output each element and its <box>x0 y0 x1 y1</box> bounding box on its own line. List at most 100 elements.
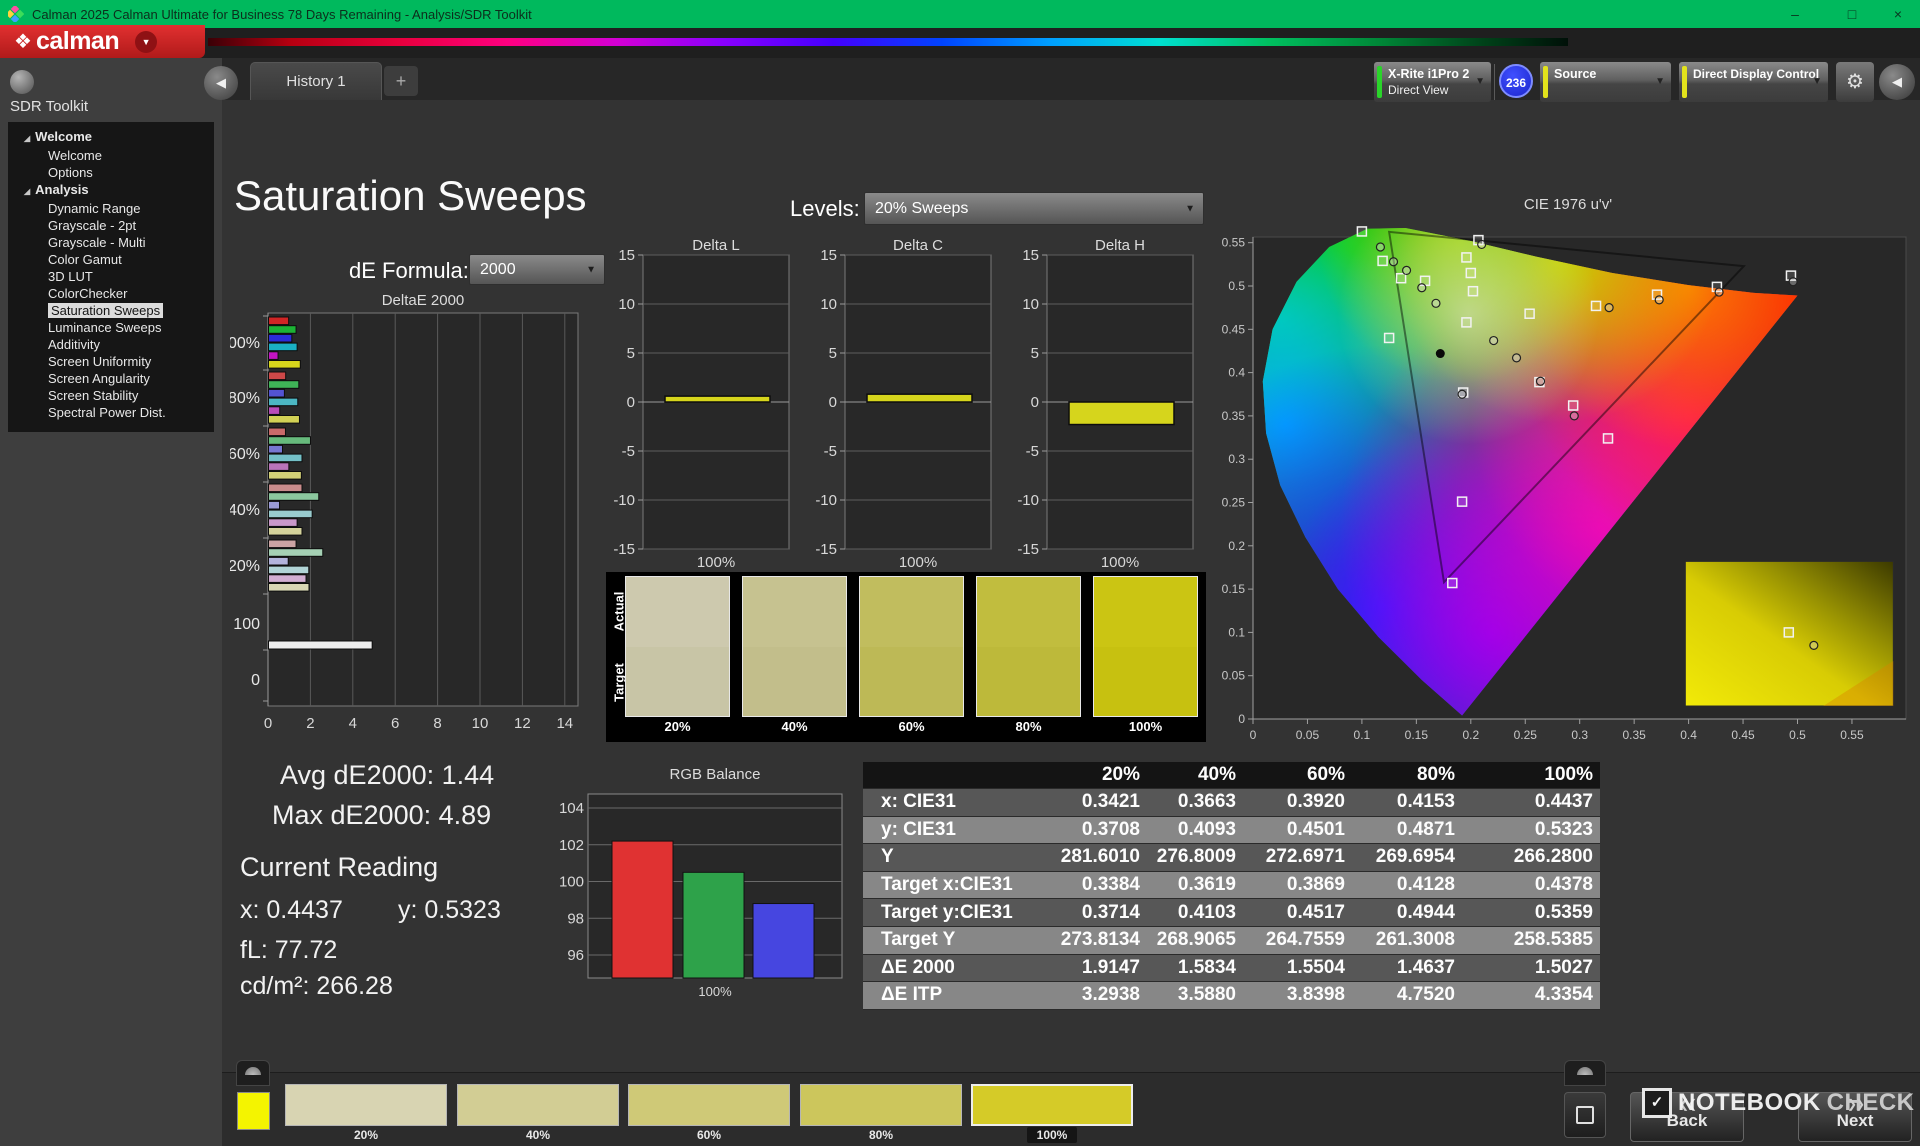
pattern-swatch-100%[interactable] <box>971 1084 1133 1126</box>
measured-marker <box>1654 295 1664 305</box>
swatch-label: 80% <box>1015 719 1042 734</box>
svg-text:8: 8 <box>433 715 441 732</box>
meter-dropdown[interactable]: X-Rite i1Pro 2 Direct View ▼ <box>1374 62 1491 102</box>
svg-text:0.15: 0.15 <box>1405 728 1429 742</box>
table-row--e-itp: ΔE ITP 3.2938 3.5880 3.8398 4.7520 4.3354 <box>863 982 1600 1010</box>
sidebar-item-luminance-sweeps[interactable]: Luminance Sweeps <box>8 319 214 336</box>
sidebar-item-options[interactable]: Options <box>8 164 214 181</box>
sidebar-item-screen-angularity[interactable]: Screen Angularity <box>8 370 214 387</box>
expander-triangle-icon[interactable]: ◢ <box>24 187 30 196</box>
cell: 268.9065 <box>1156 929 1236 951</box>
collapse-panel-icon[interactable]: ◀ <box>204 66 238 100</box>
svg-text:0.1: 0.1 <box>1228 625 1245 639</box>
pattern-swatch-label: 80% <box>868 1128 894 1142</box>
svg-text:15: 15 <box>1022 247 1039 264</box>
sidebar-item-screen-stability[interactable]: Screen Stability <box>8 387 214 404</box>
sidebar-item-spectral-power-dist-[interactable]: Spectral Power Dist. <box>8 404 214 421</box>
swatch-label: 100% <box>1128 719 1163 734</box>
collapse-right-panel-icon[interactable]: ◀ <box>1879 64 1915 100</box>
measured-marker <box>1489 335 1499 346</box>
add-tab-button[interactable]: + <box>384 66 418 96</box>
source-status-accent <box>1543 66 1548 98</box>
expand-nav-panel-button[interactable] <box>1564 1060 1606 1086</box>
sidebar-item-grayscale-2pt[interactable]: Grayscale - 2pt <box>8 217 214 234</box>
display-status-accent <box>1682 66 1687 98</box>
svg-text:10: 10 <box>820 296 837 313</box>
swatch-label: 20% <box>664 719 691 734</box>
svg-text:100%: 100% <box>698 984 732 999</box>
current-reading-label: Current Reading <box>240 852 439 882</box>
sidebar-item-dynamic-range[interactable]: Dynamic Range <box>8 200 214 217</box>
gear-icon[interactable]: ⚙ <box>1836 62 1874 102</box>
dome-icon <box>1577 1067 1593 1075</box>
saturation-swatch-40% <box>742 576 847 717</box>
cell: 272.6971 <box>1265 846 1345 868</box>
cell: 269.6954 <box>1375 846 1455 868</box>
notebookcheck-watermark: ✓ NOTEBOOK CHECK <box>1642 1088 1915 1118</box>
svg-text:0.2: 0.2 <box>1462 728 1479 742</box>
svg-text:100%: 100% <box>899 554 937 571</box>
pattern-swatch-20%[interactable] <box>285 1084 447 1126</box>
svg-text:0.35: 0.35 <box>1622 728 1646 742</box>
actual-color <box>860 577 963 647</box>
app-icon <box>8 6 24 22</box>
svg-text:2: 2 <box>306 715 314 732</box>
svg-text:0.25: 0.25 <box>1514 728 1538 742</box>
svg-text:0.45: 0.45 <box>1222 322 1246 336</box>
svg-text:100%: 100% <box>1101 554 1139 571</box>
current-fl: fL: 77.72 <box>240 936 338 964</box>
sidebar-orb-button[interactable] <box>10 70 34 94</box>
sidebar-item-welcome[interactable]: ◢ Welcome <box>8 128 214 147</box>
table-row-target-y-cie31: Target y:CIE31 0.3714 0.4103 0.4517 0.4944 0.… <box>863 899 1600 927</box>
chevron-down-icon: ▼ <box>586 264 596 275</box>
chevron-down-icon[interactable]: ▼ <box>135 30 158 53</box>
minimize-button[interactable]: – <box>1775 0 1815 28</box>
pattern-swatch-label: 20% <box>353 1128 379 1142</box>
de-formula-select[interactable]: 2000 ▼ <box>469 254 605 285</box>
display-control-dropdown[interactable]: Direct Display Control ▼ <box>1679 62 1828 102</box>
maximize-button[interactable]: □ <box>1832 0 1872 28</box>
sidebar-item-saturation-sweeps[interactable]: Saturation Sweeps <box>8 302 214 319</box>
target-marker <box>1377 255 1388 267</box>
sidebar-title: SDR Toolkit <box>10 98 89 115</box>
levels-select[interactable]: 20% Sweeps ▼ <box>864 192 1204 225</box>
svg-text:Delta C: Delta C <box>893 238 943 254</box>
sidebar-item-grayscale-multi[interactable]: Grayscale - Multi <box>8 234 214 251</box>
sidebar-item-colorchecker[interactable]: ColorChecker <box>8 285 214 302</box>
sidebar-item-welcome[interactable]: Welcome <box>8 147 214 164</box>
sidebar-item-3d-lut[interactable]: 3D LUT <box>8 268 214 285</box>
current-y: y: 0.5323 <box>398 896 501 924</box>
svg-text:-5: -5 <box>824 443 837 460</box>
sidebar-item-analysis[interactable]: ◢ Analysis <box>8 181 214 200</box>
pattern-window-button[interactable] <box>1564 1092 1606 1138</box>
target-marker <box>1461 252 1472 263</box>
svg-text:0.1: 0.1 <box>1354 728 1371 742</box>
svg-text:0.45: 0.45 <box>1731 728 1755 742</box>
col-header-40%: 40% <box>1197 764 1236 785</box>
pattern-swatch-60%[interactable] <box>628 1084 790 1126</box>
calman-menu-button[interactable]: ❖ calman ▼ <box>0 25 205 58</box>
svg-text:0.55: 0.55 <box>1222 236 1246 250</box>
page-title: Saturation Sweeps <box>234 172 587 219</box>
svg-text:102: 102 <box>560 837 584 854</box>
sidebar-item-screen-uniformity[interactable]: Screen Uniformity <box>8 353 214 370</box>
row-label: ΔE ITP <box>881 984 943 1006</box>
sidebar-item-additivity[interactable]: Additivity <box>8 336 214 353</box>
sidebar-item-color-gamut[interactable]: Color Gamut <box>8 251 214 268</box>
row-label: Target Y <box>881 929 956 951</box>
cell: 4.7520 <box>1396 984 1455 1006</box>
measured-marker <box>1417 283 1427 293</box>
pattern-swatch-80%[interactable] <box>800 1084 962 1126</box>
close-button[interactable]: × <box>1878 0 1918 28</box>
measured-marker <box>1375 242 1386 252</box>
meter-count-badge[interactable]: 236 <box>1499 64 1533 98</box>
measured-marker <box>1477 239 1487 250</box>
pattern-swatch-40%[interactable] <box>457 1084 619 1126</box>
cell: 0.4437 <box>1534 791 1593 813</box>
svg-text:100%: 100% <box>697 554 735 571</box>
expand-pattern-panel-button[interactable] <box>236 1060 270 1086</box>
cell: 0.4944 <box>1396 901 1455 923</box>
source-dropdown[interactable]: Source ▼ <box>1540 62 1671 102</box>
tab-history-1[interactable]: History 1 <box>250 62 382 100</box>
expander-triangle-icon[interactable]: ◢ <box>24 134 30 143</box>
